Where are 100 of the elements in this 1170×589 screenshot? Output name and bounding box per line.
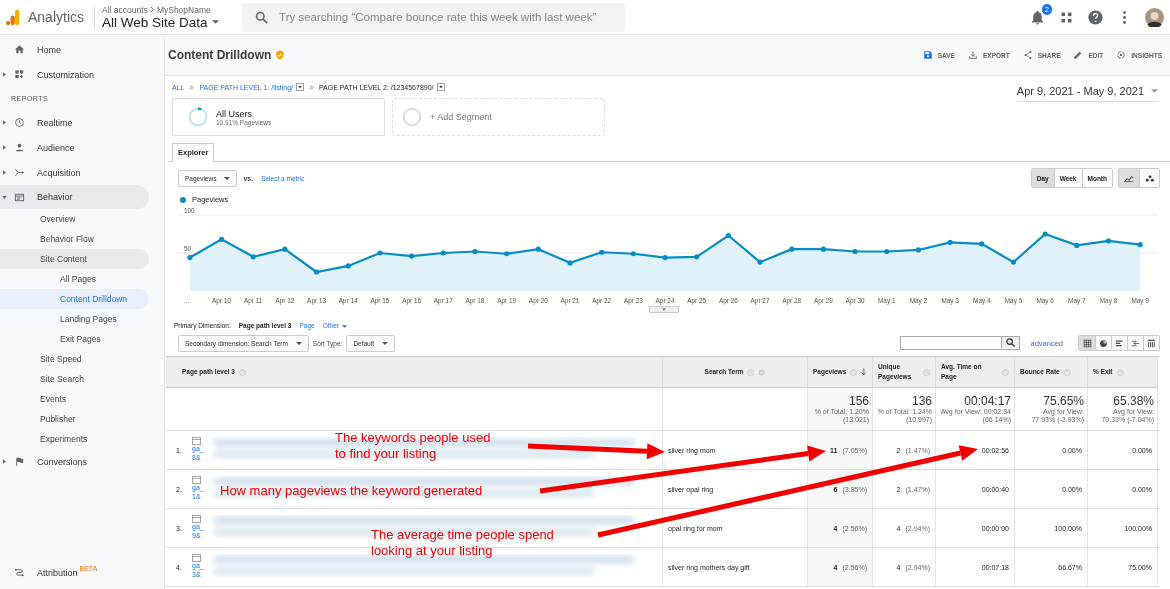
line-chart-icon <box>1124 173 1134 183</box>
nav-item[interactable]: Overview <box>0 209 149 229</box>
data-point <box>440 250 446 256</box>
data-point <box>820 246 826 252</box>
table-search-field[interactable] <box>900 336 1021 350</box>
data-point <box>630 251 636 257</box>
dropdown-icon[interactable] <box>295 83 304 91</box>
home-icon <box>14 44 25 55</box>
person-icon <box>14 142 25 153</box>
nav-item[interactable]: Site Content <box>0 249 149 269</box>
data-point <box>1105 238 1112 244</box>
caret-icon <box>341 325 347 328</box>
data-point <box>282 246 288 252</box>
data-point <box>377 250 383 256</box>
bell-icon[interactable] <box>1029 8 1046 26</box>
total-value: 156 <box>848 393 869 408</box>
nav-item[interactable]: Attribution $^{BETA}$ <box>0 560 149 585</box>
flag-icon <box>14 456 25 467</box>
data-point <box>662 254 668 261</box>
annotation-text: The keywords people used to find your listing <box>335 430 491 462</box>
data-point <box>567 260 573 266</box>
data-point <box>535 246 541 252</box>
search-icon[interactable] <box>1001 337 1020 348</box>
data-point <box>757 259 763 265</box>
nav-item[interactable]: Customization <box>0 62 149 87</box>
page-icon[interactable] <box>192 437 201 446</box>
bubbles-icon <box>1145 173 1154 183</box>
table-icon <box>1082 338 1092 348</box>
fork-icon <box>14 167 25 178</box>
expand-caret-icon <box>3 120 6 125</box>
nav-item[interactable]: Acquisition <box>0 160 149 185</box>
data-point <box>1074 242 1080 248</box>
nav-item[interactable]: Site Speed <box>0 349 149 369</box>
account-link[interactable]: All accounts <box>102 4 148 15</box>
expand-handle[interactable] <box>649 306 679 313</box>
data-point <box>599 249 605 255</box>
nav-item[interactable]: Events <box>0 389 149 409</box>
caret-icon <box>382 341 388 345</box>
nav-item[interactable]: Conversions <box>0 449 149 474</box>
expand-caret-icon <box>2 195 7 199</box>
clock-icon <box>14 117 25 128</box>
dropdown-icon[interactable] <box>436 83 445 91</box>
nav-item[interactable]: Behavior Flow <box>0 229 149 249</box>
nav-item[interactable]: Publisher <box>0 409 149 429</box>
account-link[interactable]: MyShopName <box>156 4 211 15</box>
window-icon <box>14 191 25 203</box>
data-point <box>947 239 953 245</box>
segment-name: All Users <box>216 108 253 119</box>
date-range-picker[interactable]: Apr 9, 2021 - May 9, 2021 <box>1016 80 1158 102</box>
page-icon[interactable] <box>192 554 201 563</box>
caret-icon <box>224 176 231 180</box>
dashboard-icon <box>14 69 25 80</box>
nav-item[interactable]: Home <box>0 37 149 62</box>
nav-item[interactable]: Behavior <box>0 185 149 209</box>
nav-item[interactable]: Site Search <box>0 369 149 389</box>
nav-item[interactable]: Audience <box>0 135 149 160</box>
verified-icon <box>275 50 286 60</box>
data-point <box>1010 259 1017 265</box>
data-point <box>789 246 795 252</box>
total-value: 136 <box>911 393 932 408</box>
separator-icon <box>189 84 195 90</box>
total-value: 65.38% <box>1113 393 1154 408</box>
page-icon[interactable] <box>192 515 201 524</box>
search-field[interactable]: Try searching “Compare bounce rate this week with last week” <box>242 2 626 32</box>
data-point <box>472 248 478 255</box>
data-point <box>219 236 225 242</box>
view-mode-button[interactable] <box>1143 336 1159 350</box>
expand-caret-icon <box>3 145 6 150</box>
nav-item[interactable]: All Pages <box>0 269 149 289</box>
nav-item[interactable]: Exit Pages <box>0 329 149 349</box>
help-icon[interactable] <box>1087 8 1104 26</box>
view-mode-button[interactable] <box>1111 336 1127 350</box>
expand-caret-icon <box>3 72 6 77</box>
nav-item[interactable]: Experiments <box>0 429 149 449</box>
data-point <box>345 263 351 269</box>
sort-arrow-icon[interactable] <box>861 368 867 376</box>
view-selector[interactable]: All Web Site Data <box>102 14 239 30</box>
page-icon[interactable] <box>192 476 201 485</box>
data-point <box>915 247 921 253</box>
data-point <box>1137 242 1143 248</box>
data-point <box>852 248 858 255</box>
chevron-icon <box>149 6 155 13</box>
nav-item[interactable]: Realtime <box>0 110 149 135</box>
data-point <box>314 269 320 275</box>
comparison-icon <box>1131 338 1140 348</box>
analytics-logo-icon <box>6 8 20 26</box>
total-value: 00:04:17 <box>964 393 1011 408</box>
motion-chart-button[interactable] <box>1139 169 1159 187</box>
pivot-icon <box>1147 338 1156 348</box>
data-point <box>725 232 731 239</box>
view-mode-button[interactable] <box>1079 336 1095 350</box>
annotation-text: How many pageviews the keyword generated <box>220 483 483 499</box>
pie-chart-icon <box>1099 338 1108 348</box>
avatar[interactable] <box>1145 7 1164 27</box>
view-mode-button[interactable] <box>1095 336 1111 350</box>
nav-item[interactable]: Content Drilldown <box>0 289 149 309</box>
view-mode-button[interactable] <box>1127 336 1143 350</box>
add-segment-button[interactable]: + Add Segment <box>392 98 605 136</box>
data-point <box>504 251 510 257</box>
nav-item[interactable]: Landing Pages <box>0 309 149 329</box>
